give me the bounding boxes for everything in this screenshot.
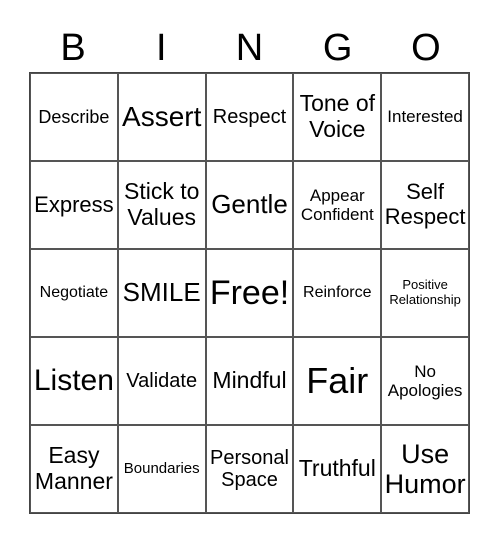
bingo-cell[interactable]: Self Respect <box>381 161 469 249</box>
header-letter-g: G <box>322 27 353 69</box>
bingo-cell[interactable]: Fair <box>293 337 382 425</box>
bingo-cell[interactable]: Express <box>30 161 118 249</box>
bingo-cell[interactable]: Appear Confident <box>293 161 382 249</box>
bingo-cell[interactable]: Gentle <box>205 161 294 249</box>
header-letter-n: N <box>235 27 264 69</box>
bingo-cell[interactable]: Positive Relationship <box>381 249 469 337</box>
bingo-cell[interactable]: Use Humor <box>381 425 469 513</box>
header-letter-o: O <box>411 27 441 69</box>
bingo-cell[interactable]: Validate <box>117 337 206 425</box>
bingo-cell[interactable]: Negotiate <box>30 249 118 337</box>
bingo-grid: Describe Assert Respect Tone of Voice Intere… <box>29 72 470 514</box>
header-letter-b: B <box>60 27 86 69</box>
bingo-cell[interactable]: Reinforce <box>293 249 382 337</box>
bingo-cell[interactable]: Tone of Voice <box>293 73 382 161</box>
bingo-cell[interactable]: SMILE <box>117 249 206 337</box>
bingo-cell[interactable]: Free! <box>205 249 294 337</box>
bingo-cell[interactable]: Truthful <box>293 425 382 513</box>
bingo-cell[interactable]: Listen <box>30 337 118 425</box>
bingo-cell[interactable]: Respect <box>205 73 294 161</box>
bingo-header: B I N G O <box>29 26 470 70</box>
header-letter-i: I <box>156 27 167 69</box>
bingo-cell[interactable]: Assert <box>117 73 206 161</box>
bingo-cell[interactable]: Describe <box>30 73 118 161</box>
bingo-cell[interactable]: Boundaries <box>117 425 206 513</box>
bingo-cell[interactable]: Interested <box>381 73 469 161</box>
bingo-cell[interactable]: Mindful <box>205 337 294 425</box>
bingo-cell[interactable]: Personal Space <box>205 425 294 513</box>
bingo-cell[interactable]: Stick to Values <box>117 161 206 249</box>
bingo-cell[interactable]: No Apologies <box>381 337 469 425</box>
bingo-cell[interactable]: Easy Manner <box>30 425 118 513</box>
